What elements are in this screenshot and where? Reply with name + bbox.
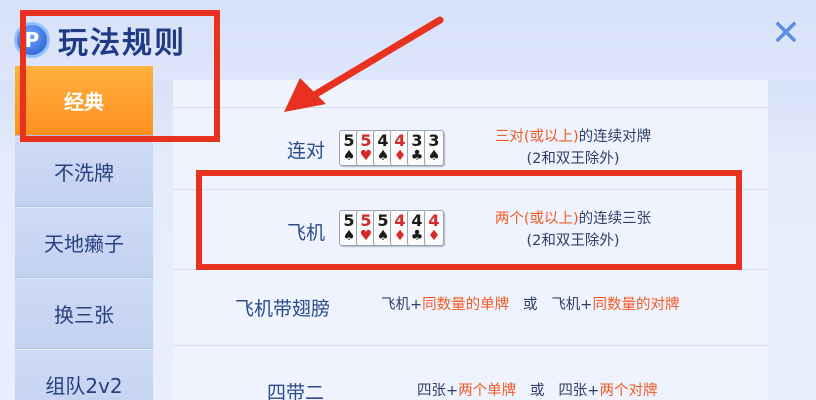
sidebar-item-label: 天地癞子 [44, 232, 124, 256]
close-x-icon[interactable]: ✕ [768, 16, 804, 52]
sidebar-item-label: 换三张 [54, 303, 114, 327]
desc-line2: (2和双王除外) [526, 151, 620, 167]
desc-part2-highlight: 同数量的对牌 [592, 297, 680, 313]
desc-highlight: 三对(或以上) [494, 129, 579, 145]
card-suit-icon: ♠ [427, 148, 441, 164]
desc-line1: 三对(或以上)的连续对牌 [473, 126, 673, 148]
card-suit-icon: ♥ [359, 148, 373, 164]
desc-or: 或 [529, 383, 545, 399]
sidebar-item-swap-three[interactable]: 换三张 [15, 279, 153, 349]
desc-part1: 四张+ [417, 383, 459, 399]
desc-part1-highlight: 两个单牌 [458, 383, 517, 399]
card-rank: 4 [377, 131, 389, 150]
row-description: 三对(或以上)的连续对牌 (2和双王除外) [473, 126, 673, 170]
row-description: 飞机+同数量的单牌 或 飞机+同数量的对牌 [381, 294, 751, 316]
playing-card: 3 ♠ [424, 130, 444, 166]
sidebar-item-wild[interactable]: 天地癞子 [15, 208, 153, 278]
desc-part2-highlight: 两个对牌 [599, 383, 658, 399]
annotation-box-title [20, 10, 220, 142]
sidebar-item-no-shuffle[interactable]: 不洗牌 [15, 137, 153, 207]
sidebar-item-label: 组队2v2 [45, 374, 123, 398]
desc-plain: 的连续对牌 [578, 129, 652, 145]
desc-part2: 四张+ [558, 383, 600, 399]
row-name: 飞机带翅膀 [235, 298, 331, 320]
annotation-box-airplane [196, 170, 742, 270]
desc-part1: 飞机+ [381, 297, 423, 313]
card-suit-icon: ♠ [342, 148, 356, 164]
card-rank: 5 [343, 131, 355, 150]
sidebar-item-label: 不洗牌 [54, 161, 114, 185]
table-row: 四带二 四张+两个单牌 或 四张+两个对牌 [173, 346, 768, 400]
card-suit-icon: ♠ [376, 148, 390, 164]
desc-part1-highlight: 同数量的单牌 [422, 297, 510, 313]
sidebar-item-team[interactable]: 组队2v2 [15, 350, 153, 400]
card-suit-icon: ♦ [393, 148, 407, 164]
annotation-arrow-icon [284, 16, 444, 112]
card-rank: 4 [394, 131, 406, 150]
card-rank: 3 [411, 131, 423, 150]
table-row [173, 80, 768, 108]
card-group: 5 ♠ 5 ♥ 4 ♠ 4 ♦ 3 ♣ 3 ♠ [339, 130, 444, 166]
card-rank: 3 [428, 131, 440, 150]
card-suit-icon: ♣ [410, 148, 424, 164]
row-description: 四张+两个单牌 或 四张+两个对牌 [417, 380, 747, 400]
desc-part2: 飞机+ [551, 297, 593, 313]
row-name: 连对 [287, 140, 326, 162]
row-name: 四带二 [267, 382, 325, 400]
card-rank: 5 [360, 131, 372, 150]
desc-or: 或 [522, 297, 538, 313]
rules-dialog: P 玩法规则 ✕ 经典 不洗牌 天地癞子 换三张 组队2v2 连对 5 ♠ 5 ♥ 4 ♠… [0, 0, 816, 400]
table-row: 飞机带翅膀 飞机+同数量的单牌 或 飞机+同数量的对牌 [173, 270, 768, 346]
